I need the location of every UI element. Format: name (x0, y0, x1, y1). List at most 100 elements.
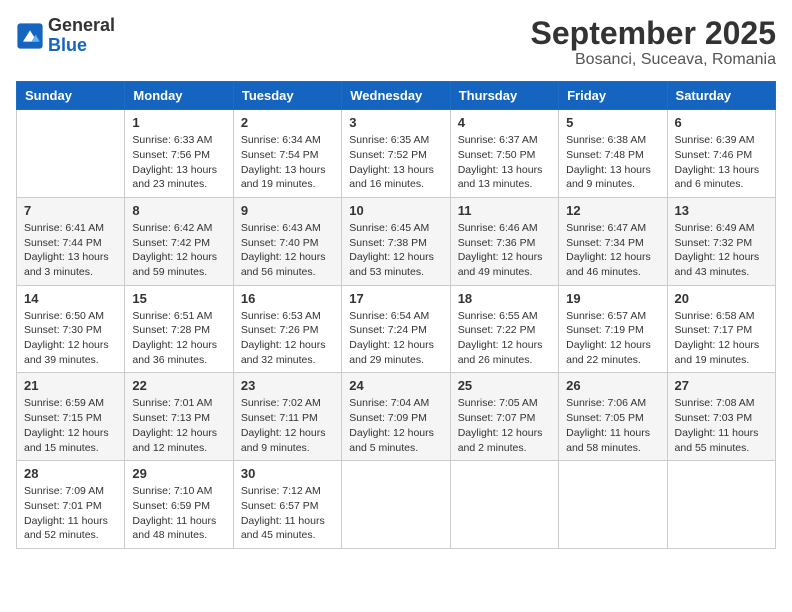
day-number: 7 (24, 203, 117, 218)
calendar-cell: 1 Sunrise: 6:33 AM Sunset: 7:56 PM Daylig… (125, 110, 233, 198)
logo-icon (16, 22, 44, 50)
month-title: September 2025 (531, 16, 776, 51)
day-number: 20 (675, 291, 768, 306)
weekday-header: Thursday (450, 82, 558, 110)
calendar-table: SundayMondayTuesdayWednesdayThursdayFrid… (16, 81, 776, 549)
day-info: Sunrise: 6:35 AM Sunset: 7:52 PM Dayligh… (349, 133, 442, 192)
calendar-header-row: SundayMondayTuesdayWednesdayThursdayFrid… (17, 82, 776, 110)
weekday-header: Wednesday (342, 82, 450, 110)
calendar-cell: 13Sunrise: 6:49 AM Sunset: 7:32 PM Dayli… (667, 197, 775, 285)
day-number: 13 (675, 203, 768, 218)
calendar-cell (450, 461, 558, 549)
weekday-header: Sunday (17, 82, 125, 110)
logo: General Blue (16, 16, 115, 56)
day-info: Sunrise: 6:46 AM Sunset: 7:36 PM Dayligh… (458, 221, 551, 280)
day-number: 8 (132, 203, 225, 218)
weekday-header: Friday (559, 82, 667, 110)
day-info: Sunrise: 7:05 AM Sunset: 7:07 PM Dayligh… (458, 396, 551, 455)
day-info: Sunrise: 7:04 AM Sunset: 7:09 PM Dayligh… (349, 396, 442, 455)
day-number: 24 (349, 378, 442, 393)
weekday-header: Saturday (667, 82, 775, 110)
calendar-cell: 7 Sunrise: 6:41 AM Sunset: 7:44 PM Daylig… (17, 197, 125, 285)
calendar-cell: 11 Sunrise: 6:46 AM Sunset: 7:36 PM Dayli… (450, 197, 558, 285)
weekday-header: Monday (125, 82, 233, 110)
day-info: Sunrise: 6:51 AM Sunset: 7:28 PM Dayligh… (132, 309, 225, 368)
calendar-cell: 21 Sunrise: 6:59 AM Sunset: 7:15 PM Dayli… (17, 373, 125, 461)
day-number: 1 (132, 115, 225, 130)
day-number: 9 (241, 203, 334, 218)
calendar-cell: 24 Sunrise: 7:04 AM Sunset: 7:09 PM Dayli… (342, 373, 450, 461)
weekday-header: Tuesday (233, 82, 341, 110)
day-info: Sunrise: 6:41 AM Sunset: 7:44 PM Dayligh… (24, 221, 117, 280)
day-number: 23 (241, 378, 334, 393)
day-number: 2 (241, 115, 334, 130)
calendar-cell: 26 Sunrise: 7:06 AM Sunset: 7:05 PM Dayli… (559, 373, 667, 461)
calendar-cell: 3 Sunrise: 6:35 AM Sunset: 7:52 PM Daylig… (342, 110, 450, 198)
day-number: 19 (566, 291, 659, 306)
day-number: 10 (349, 203, 442, 218)
calendar-cell: 20Sunrise: 6:58 AM Sunset: 7:17 PM Dayli… (667, 285, 775, 373)
title-area: September 2025 Bosanci, Suceava, Romania (531, 16, 776, 69)
calendar-cell: 18 Sunrise: 6:55 AM Sunset: 7:22 PM Dayli… (450, 285, 558, 373)
day-info: Sunrise: 6:59 AM Sunset: 7:15 PM Dayligh… (24, 396, 117, 455)
day-info: Sunrise: 6:55 AM Sunset: 7:22 PM Dayligh… (458, 309, 551, 368)
day-number: 16 (241, 291, 334, 306)
day-info: Sunrise: 6:57 AM Sunset: 7:19 PM Dayligh… (566, 309, 659, 368)
day-info: Sunrise: 6:42 AM Sunset: 7:42 PM Dayligh… (132, 221, 225, 280)
day-number: 12 (566, 203, 659, 218)
calendar-cell: 30Sunrise: 7:12 AM Sunset: 6:57 PM Dayli… (233, 461, 341, 549)
day-number: 27 (675, 378, 768, 393)
calendar-cell: 2Sunrise: 6:34 AM Sunset: 7:54 PM Daylig… (233, 110, 341, 198)
day-info: Sunrise: 6:45 AM Sunset: 7:38 PM Dayligh… (349, 221, 442, 280)
calendar-cell: 8 Sunrise: 6:42 AM Sunset: 7:42 PM Daylig… (125, 197, 233, 285)
day-info: Sunrise: 7:09 AM Sunset: 7:01 PM Dayligh… (24, 484, 117, 543)
day-info: Sunrise: 7:01 AM Sunset: 7:13 PM Dayligh… (132, 396, 225, 455)
calendar-week-row: 7 Sunrise: 6:41 AM Sunset: 7:44 PM Daylig… (17, 197, 776, 285)
day-info: Sunrise: 7:08 AM Sunset: 7:03 PM Dayligh… (675, 396, 768, 455)
day-number: 6 (675, 115, 768, 130)
day-number: 21 (24, 378, 117, 393)
calendar-cell (342, 461, 450, 549)
day-number: 29 (132, 466, 225, 481)
day-info: Sunrise: 6:54 AM Sunset: 7:24 PM Dayligh… (349, 309, 442, 368)
day-number: 25 (458, 378, 551, 393)
day-info: Sunrise: 6:39 AM Sunset: 7:46 PM Dayligh… (675, 133, 768, 192)
calendar-cell: 22 Sunrise: 7:01 AM Sunset: 7:13 PM Dayli… (125, 373, 233, 461)
day-number: 22 (132, 378, 225, 393)
day-number: 17 (349, 291, 442, 306)
day-info: Sunrise: 6:33 AM Sunset: 7:56 PM Dayligh… (132, 133, 225, 192)
day-number: 26 (566, 378, 659, 393)
day-number: 4 (458, 115, 551, 130)
calendar-cell: 4 Sunrise: 6:37 AM Sunset: 7:50 PM Daylig… (450, 110, 558, 198)
day-info: Sunrise: 6:43 AM Sunset: 7:40 PM Dayligh… (241, 221, 334, 280)
calendar-cell (667, 461, 775, 549)
calendar-cell: 23 Sunrise: 7:02 AM Sunset: 7:11 PM Dayli… (233, 373, 341, 461)
day-number: 18 (458, 291, 551, 306)
day-number: 30 (241, 466, 334, 481)
day-number: 14 (24, 291, 117, 306)
calendar-cell: 14Sunrise: 6:50 AM Sunset: 7:30 PM Dayli… (17, 285, 125, 373)
day-info: Sunrise: 6:53 AM Sunset: 7:26 PM Dayligh… (241, 309, 334, 368)
logo-general-text: General (48, 15, 115, 35)
location-title: Bosanci, Suceava, Romania (531, 51, 776, 69)
day-info: Sunrise: 7:02 AM Sunset: 7:11 PM Dayligh… (241, 396, 334, 455)
calendar-cell: 15 Sunrise: 6:51 AM Sunset: 7:28 PM Dayli… (125, 285, 233, 373)
day-info: Sunrise: 6:37 AM Sunset: 7:50 PM Dayligh… (458, 133, 551, 192)
calendar-cell (17, 110, 125, 198)
calendar-cell: 16 Sunrise: 6:53 AM Sunset: 7:26 PM Dayli… (233, 285, 341, 373)
calendar-cell: 6 Sunrise: 6:39 AM Sunset: 7:46 PM Daylig… (667, 110, 775, 198)
day-number: 15 (132, 291, 225, 306)
logo-blue-text: Blue (48, 35, 87, 55)
day-info: Sunrise: 7:06 AM Sunset: 7:05 PM Dayligh… (566, 396, 659, 455)
calendar-cell: 29Sunrise: 7:10 AM Sunset: 6:59 PM Dayli… (125, 461, 233, 549)
calendar-cell: 27 Sunrise: 7:08 AM Sunset: 7:03 PM Dayli… (667, 373, 775, 461)
calendar-cell: 19 Sunrise: 6:57 AM Sunset: 7:19 PM Dayli… (559, 285, 667, 373)
day-number: 3 (349, 115, 442, 130)
calendar-cell: 5Sunrise: 6:38 AM Sunset: 7:48 PM Daylig… (559, 110, 667, 198)
calendar-week-row: 28Sunrise: 7:09 AM Sunset: 7:01 PM Dayli… (17, 461, 776, 549)
day-number: 11 (458, 203, 551, 218)
day-info: Sunrise: 6:47 AM Sunset: 7:34 PM Dayligh… (566, 221, 659, 280)
calendar-cell: 12 Sunrise: 6:47 AM Sunset: 7:34 PM Dayli… (559, 197, 667, 285)
day-info: Sunrise: 6:38 AM Sunset: 7:48 PM Dayligh… (566, 133, 659, 192)
calendar-cell: 9 Sunrise: 6:43 AM Sunset: 7:40 PM Daylig… (233, 197, 341, 285)
